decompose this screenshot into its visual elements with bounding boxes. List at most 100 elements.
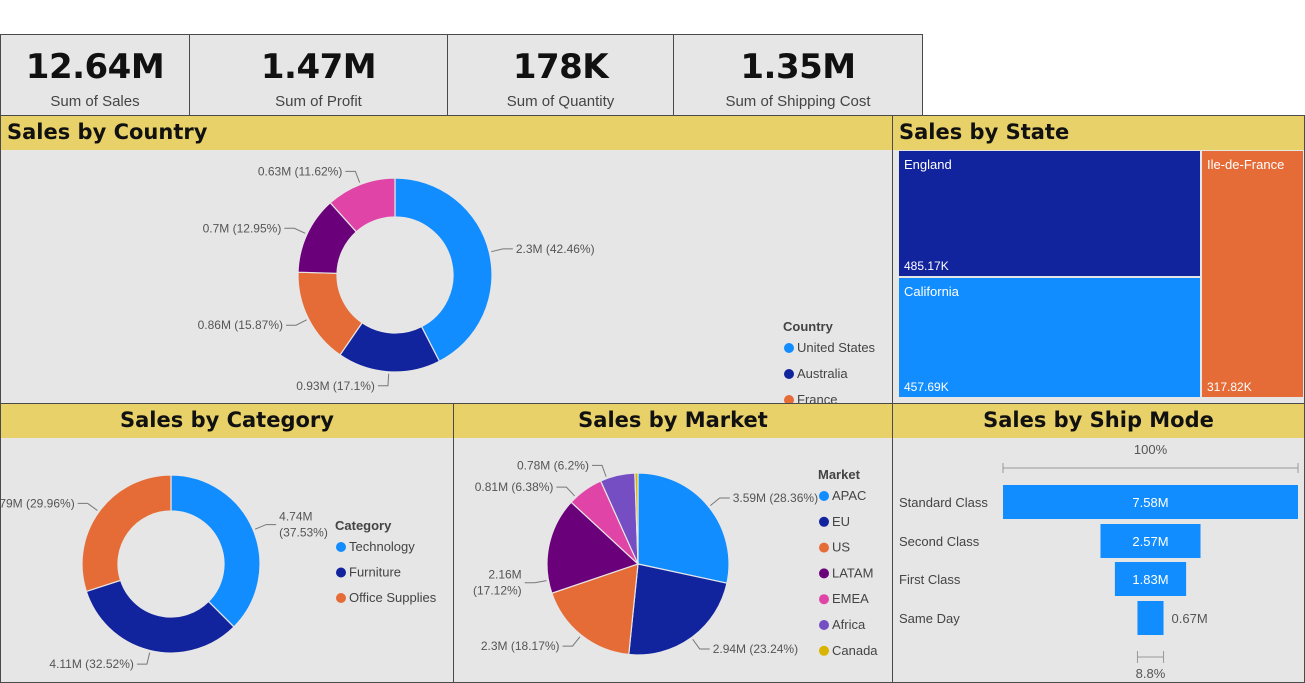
data-label: (37.53%) — [279, 526, 328, 540]
legend-item-furniture[interactable]: Furniture — [349, 565, 401, 580]
legend-marker — [784, 369, 794, 379]
leader-line — [77, 502, 98, 511]
data-label: 2.3M (18.17%) — [481, 639, 560, 653]
funnel-value-label: 0.67M — [1172, 611, 1208, 626]
data-label: 0.81M (6.38%) — [475, 480, 554, 494]
sales-by-state-panel[interactable]: Sales by State England 485.17K Californi… — [892, 115, 1305, 404]
kpi-value: 178K — [512, 47, 609, 87]
sales-by-ship-mode-panel[interactable]: Sales by Ship Mode 100% Standard Class 7.5… — [892, 403, 1305, 683]
kpi-value: 12.64M — [25, 47, 165, 87]
leader-line — [491, 248, 513, 253]
leader-line — [377, 373, 390, 387]
slice-furniture[interactable] — [85, 579, 235, 654]
treemap-value: 457.69K — [904, 380, 949, 394]
data-label: 3.79M (29.96%) — [1, 496, 75, 510]
kpi-label: Sum of Sales — [50, 93, 140, 110]
legend-item-france[interactable]: France — [797, 392, 837, 403]
data-label: 0.63M (11.62%) — [258, 164, 343, 178]
legend-item-technology[interactable]: Technology — [349, 539, 415, 554]
chart-title: Sales by Category — [1, 404, 453, 438]
funnel-value-label: 2.57M — [1132, 534, 1168, 549]
leader-line — [710, 497, 730, 506]
ship-mode-funnel-chart[interactable]: 100% Standard Class 7.58M Second Class 2.57M… — [893, 438, 1304, 682]
market-pie-chart[interactable]: 3.59M (28.36%) 2.94M (23.24%) 2.3M (18.17%… — [454, 438, 892, 682]
data-label: 0.86M (15.87%) — [198, 318, 283, 332]
kpi-card-sales[interactable]: 12.64M Sum of Sales — [0, 34, 190, 116]
legend-marker — [819, 491, 829, 501]
data-label: (17.12%) — [473, 584, 522, 598]
legend-marker — [784, 343, 794, 353]
funnel-bar-same-day[interactable] — [1137, 601, 1164, 635]
kpi-card-shipping-cost[interactable]: 1.35M Sum of Shipping Cost — [673, 34, 923, 116]
funnel-category-label: Same Day — [899, 611, 960, 626]
leader-line — [136, 652, 151, 665]
chart-title: Sales by Ship Mode — [893, 404, 1304, 438]
kpi-label: Sum of Quantity — [506, 93, 615, 110]
data-label: 0.78M (6.2%) — [517, 458, 589, 472]
legend-title: Market — [818, 467, 861, 482]
data-label: 2.94M (23.24%) — [713, 642, 798, 656]
legend-marker — [784, 395, 794, 403]
slice-technology[interactable] — [170, 474, 261, 628]
data-label: 2.3M (42.46%) — [516, 242, 595, 256]
funnel-category-label: First Class — [899, 572, 961, 587]
legend-marker — [819, 568, 829, 579]
legend-item-canada[interactable]: Canada — [832, 643, 878, 658]
country-donut-chart[interactable]: 2.3M (42.46%) 0.93M (17.1%) 0.86M (15.87%)… — [1, 150, 892, 403]
treemap-cell-ile-de-france[interactable]: Ile-de-France 317.82K — [1202, 151, 1303, 397]
legend-marker — [819, 516, 829, 527]
treemap-value: 317.82K — [1207, 380, 1252, 394]
legend-item-latam[interactable]: LATAM — [832, 565, 873, 580]
legend-marker — [819, 645, 829, 656]
leader-line — [556, 486, 575, 497]
chart-title: Sales by Country — [1, 116, 892, 150]
legend-item-apac[interactable]: APAC — [832, 488, 866, 503]
treemap-label: Ile-de-France — [1207, 157, 1285, 172]
sales-by-country-panel[interactable]: Sales by Country 2.3M (42.46%) 0.93M (17.… — [0, 115, 893, 404]
funnel-value-label: 7.58M — [1132, 495, 1168, 510]
data-label: 0.93M (17.1%) — [296, 379, 375, 393]
legend-marker — [819, 620, 829, 630]
treemap-cell-california[interactable]: California 457.69K — [899, 278, 1200, 397]
treemap-value: 485.17K — [904, 259, 949, 273]
leader-line — [345, 170, 361, 183]
treemap-label: California — [904, 284, 959, 299]
legend-item-australia[interactable]: Australia — [797, 366, 848, 381]
funnel-top-label: 100% — [1134, 442, 1168, 457]
funnel-bottom-label: 8.8% — [1136, 666, 1166, 681]
legend-item-africa[interactable]: Africa — [832, 617, 866, 632]
sales-by-market-panel[interactable]: Sales by Market 3.59M (28.36%) 2.94M (23.… — [453, 403, 893, 683]
data-label: 0.7M (12.95%) — [203, 221, 282, 235]
data-label: 4.11M (32.52%) — [49, 657, 134, 671]
kpi-card-profit[interactable]: 1.47M Sum of Profit — [189, 34, 448, 116]
leader-line — [284, 227, 306, 234]
legend-item-emea[interactable]: EMEA — [832, 591, 869, 606]
kpi-value: 1.47M — [260, 47, 377, 87]
sales-by-category-panel[interactable]: Sales by Category 4.74M (37.53%) 4.11M (32… — [0, 403, 454, 683]
data-label: 4.74M — [279, 510, 312, 524]
category-donut-chart[interactable]: 4.74M (37.53%) 4.11M (32.52%) 3.79M (29.96%… — [1, 438, 453, 682]
kpi-label: Sum of Shipping Cost — [725, 93, 871, 110]
treemap-label: England — [904, 157, 952, 172]
funnel-category-label: Second Class — [899, 534, 980, 549]
funnel-category-label: Standard Class — [899, 495, 988, 510]
legend-item-us[interactable]: US — [832, 540, 850, 555]
leader-line — [591, 464, 607, 477]
treemap-cell-england[interactable]: England 485.17K — [899, 151, 1200, 276]
chart-title: Sales by Market — [454, 404, 892, 438]
leader-line — [692, 638, 710, 650]
legend-marker — [336, 542, 346, 552]
kpi-label: Sum of Profit — [275, 93, 362, 110]
legend-item-united-states[interactable]: United States — [797, 340, 876, 355]
slice-office-supplies[interactable] — [81, 474, 172, 593]
legend-item-eu[interactable]: EU — [832, 514, 850, 529]
data-label: 3.59M (28.36%) — [733, 491, 818, 505]
legend-title: Country — [783, 319, 834, 334]
legend-item-office-supplies[interactable]: Office Supplies — [349, 590, 437, 605]
legend-title: Category — [335, 518, 392, 533]
leader-line — [524, 580, 547, 584]
leader-line — [562, 636, 581, 647]
legend-marker — [819, 542, 829, 553]
kpi-card-quantity[interactable]: 178K Sum of Quantity — [447, 34, 674, 116]
leader-line — [254, 524, 277, 530]
